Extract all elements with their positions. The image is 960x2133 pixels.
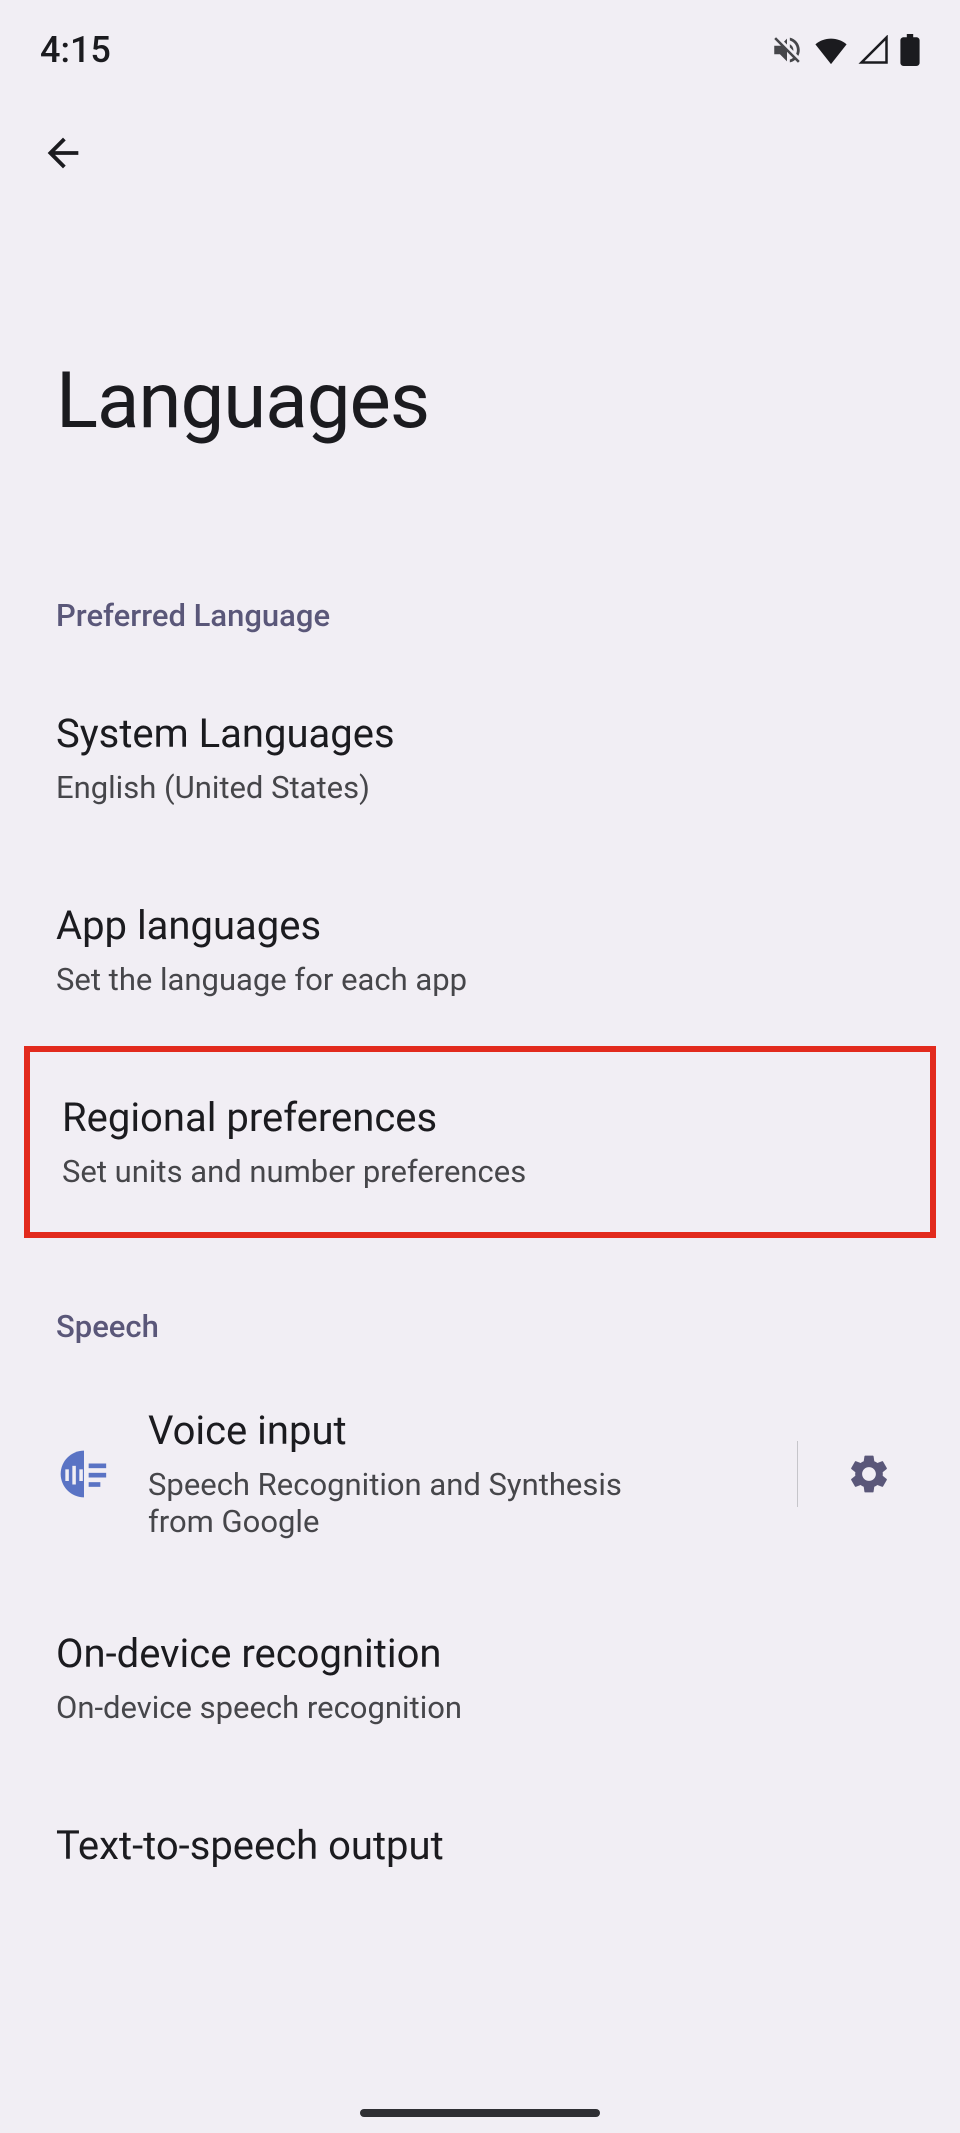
setting-title: Text-to-speech output [56, 1822, 904, 1869]
section-header-preferred: Preferred Language [0, 597, 960, 634]
setting-title: System Languages [56, 710, 904, 757]
signal-icon [858, 35, 890, 65]
setting-title: Regional preferences [62, 1094, 898, 1141]
setting-subtitle: Speech Recognition and Synthesis from Go… [148, 1466, 668, 1540]
mute-icon [770, 33, 804, 67]
setting-system-languages[interactable]: System Languages English (United States) [0, 662, 960, 854]
page-title: Languages [0, 176, 960, 447]
gear-icon[interactable] [834, 1451, 904, 1497]
setting-subtitle: Set units and number preferences [62, 1153, 898, 1190]
setting-regional-preferences[interactable]: Regional preferences Set units and numbe… [24, 1046, 936, 1238]
setting-title: Voice input [148, 1407, 741, 1454]
wifi-icon [814, 35, 848, 65]
setting-subtitle: English (United States) [56, 769, 904, 806]
setting-tts-output[interactable]: Text-to-speech output [0, 1774, 960, 1917]
section-header-speech: Speech [0, 1308, 960, 1345]
status-icons [770, 33, 920, 67]
back-icon[interactable] [40, 130, 920, 176]
setting-subtitle: Set the language for each app [56, 961, 904, 998]
status-bar: 4:15 [0, 0, 960, 80]
setting-subtitle: On-device speech recognition [56, 1689, 904, 1726]
navigation-pill[interactable] [360, 2109, 600, 2117]
vertical-divider [797, 1441, 798, 1507]
setting-on-device-recognition[interactable]: On-device recognition On-device speech r… [0, 1582, 960, 1774]
voice-input-icon [56, 1446, 112, 1502]
status-time: 4:15 [40, 29, 111, 71]
battery-icon [900, 34, 920, 66]
setting-title: App languages [56, 902, 904, 949]
toolbar [0, 80, 960, 176]
setting-voice-input[interactable]: Voice input Speech Recognition and Synth… [0, 1365, 960, 1582]
setting-title: On-device recognition [56, 1630, 904, 1677]
setting-app-languages[interactable]: App languages Set the language for each … [0, 854, 960, 1046]
